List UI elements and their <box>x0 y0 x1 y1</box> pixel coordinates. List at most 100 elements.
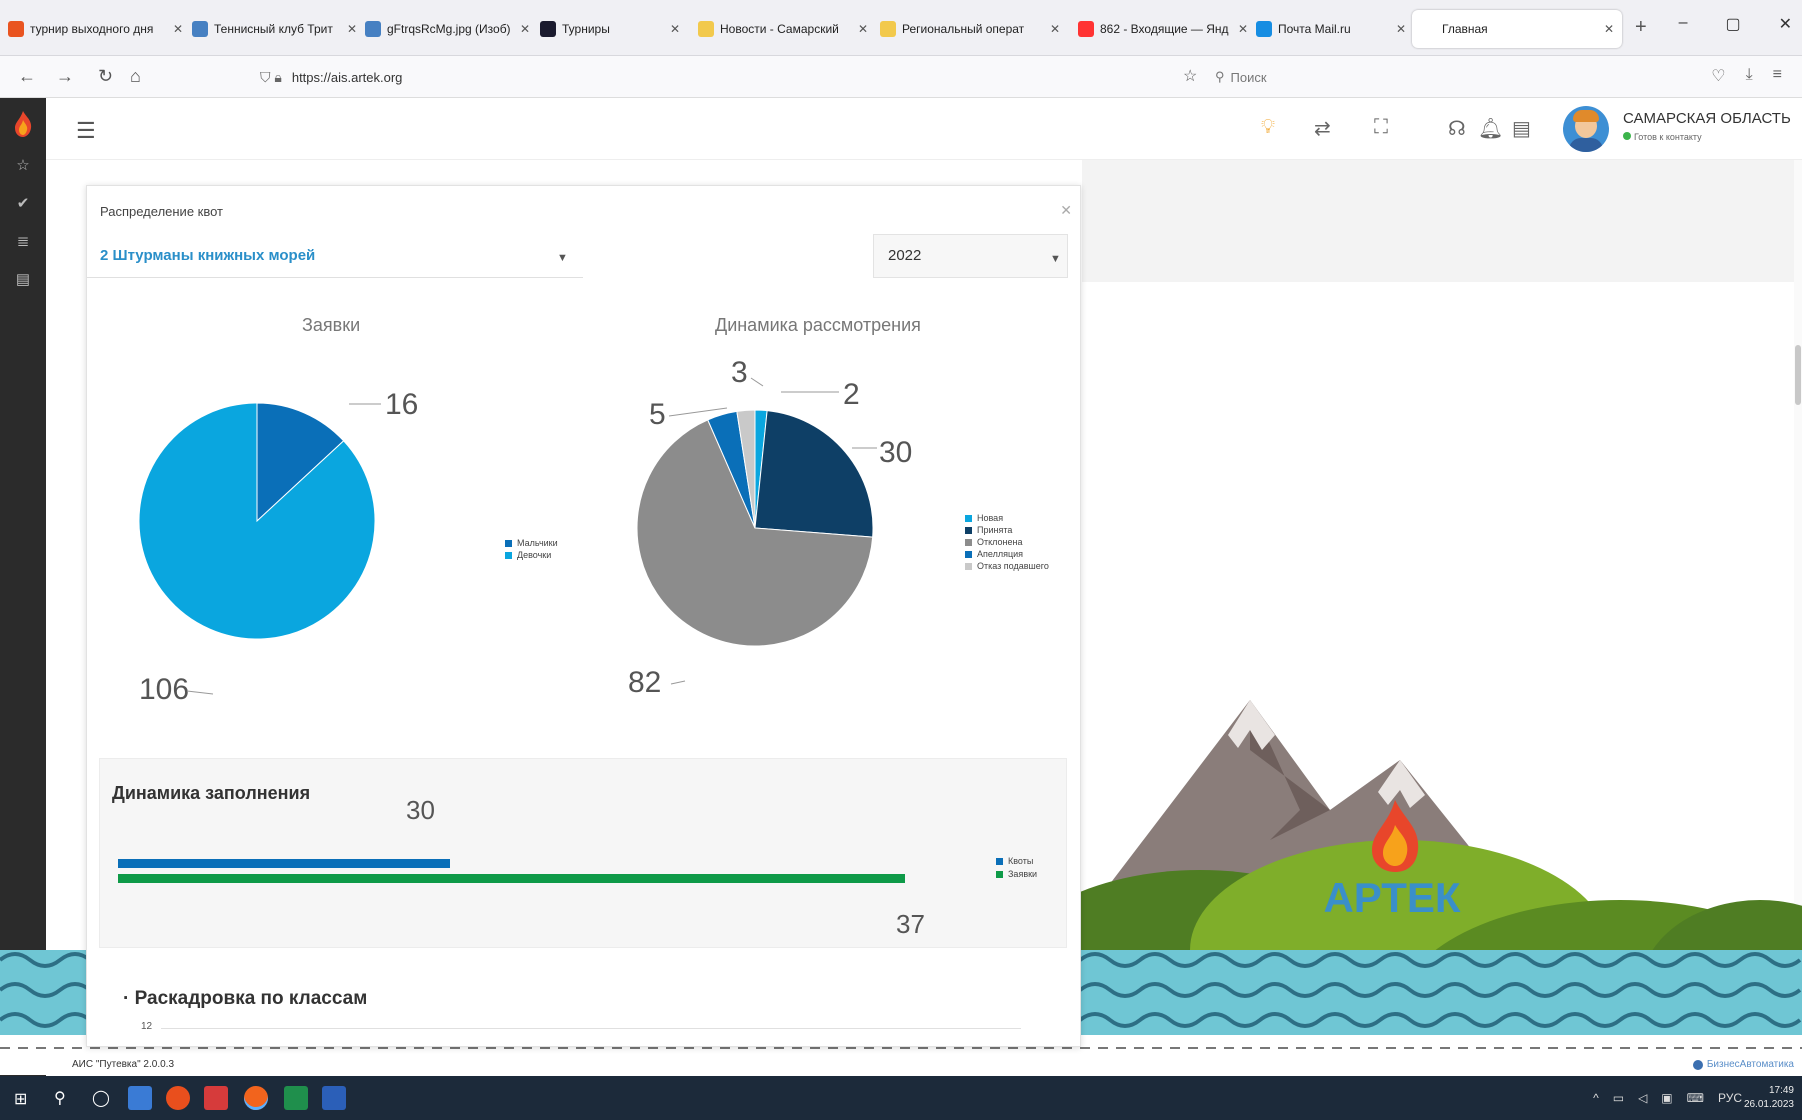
fullscreen-icon[interactable]: ⛶ <box>1374 116 1388 139</box>
check-icon[interactable]: ✔ <box>0 194 46 212</box>
vendor-icon <box>1692 1059 1703 1070</box>
word-icon[interactable] <box>322 1086 346 1110</box>
quota-distribution-panel: Распределение квот ✕ 2 Штурманы книжных … <box>86 185 1081 1047</box>
system-clock[interactable]: 17:49 26.01.2023 <box>1744 1084 1794 1112</box>
legend-item-rejected[interactable]: Отклонена <box>965 536 1049 548</box>
shield-lock-icon: ⛉ 🔒︎ <box>260 68 282 85</box>
quota-bar <box>118 859 450 868</box>
bell-icon[interactable]: 🔔︎ <box>1478 116 1503 141</box>
favorites-icon[interactable]: ☆ <box>0 156 46 174</box>
reload-icon[interactable]: ↻ <box>98 66 113 87</box>
pocket-icon[interactable]: ♡ <box>1711 66 1725 86</box>
download-icon[interactable]: ⤓ <box>1746 66 1753 86</box>
tab-favicon-icon <box>1420 21 1436 37</box>
tab-favicon-icon <box>1078 21 1094 37</box>
file-explorer-icon[interactable] <box>128 1086 152 1110</box>
window-controls: – ▢ ✕ <box>1679 14 1792 34</box>
language-indicator[interactable]: РУС <box>1718 1091 1742 1105</box>
tab-label: Теннисный клуб Трит <box>214 22 333 36</box>
tab-label: Главная <box>1442 22 1488 36</box>
tab-close-icon[interactable]: ✕ <box>347 22 357 36</box>
legend-item-appeal[interactable]: Апелляция <box>965 548 1049 560</box>
tab-close-icon[interactable]: ✕ <box>858 22 868 36</box>
minimize-icon[interactable]: – <box>1679 14 1688 34</box>
legend-item-accepted[interactable]: Принята <box>965 524 1049 536</box>
tab-close-icon[interactable]: ✕ <box>1050 22 1060 36</box>
document-icon[interactable]: ▤ <box>0 270 46 288</box>
quota-value-label: 30 <box>406 795 435 825</box>
headset-icon[interactable]: ☊ <box>1448 116 1466 141</box>
vendor-logo[interactable]: БизнесАвтоматика <box>1692 1059 1794 1070</box>
review-legend: Новая Принята Отклонена Апелляция Отказ … <box>965 512 1049 572</box>
forward-icon[interactable]: → <box>56 66 74 87</box>
flame-logo-icon[interactable] <box>12 110 34 138</box>
message-icon[interactable]: ▤ <box>1512 116 1531 141</box>
tab-close-icon[interactable]: ✕ <box>1604 22 1614 36</box>
address-bar[interactable]: ⛉ 🔒︎ https://ais.artek.org <box>260 63 1140 91</box>
tab-label: Региональный операт <box>902 22 1025 36</box>
tab-favicon-icon <box>698 21 714 37</box>
user-name[interactable]: САМАРСКАЯ ОБЛАСТЬ <box>1623 110 1791 127</box>
firefox-icon[interactable] <box>244 1086 268 1110</box>
filling-legend: Квоты Заявки <box>996 855 1037 881</box>
taskbar-search-icon[interactable]: ⚲ <box>54 1088 66 1108</box>
app-version: АИС "Путевка" 2.0.0.3 <box>72 1059 175 1070</box>
applications-bar <box>118 874 905 883</box>
tab-label: gFtrqsRcMg.jpg (Изоб) <box>387 22 511 36</box>
maximize-icon[interactable]: ▢ <box>1725 14 1740 34</box>
page-scrollbar-thumb[interactable] <box>1795 345 1801 405</box>
app-icon[interactable] <box>204 1086 228 1110</box>
browser-tab[interactable]: gFtrqsRcMg.jpg (Изоб) ✕ <box>365 10 530 48</box>
back-icon[interactable]: ← <box>18 66 36 87</box>
browser-tab[interactable]: Главная ✕ <box>1412 10 1622 48</box>
artek-logo-text: АРТЕК <box>1323 874 1460 921</box>
list-icon[interactable]: ≣ <box>0 232 46 250</box>
browser-tab-bar: турнир выходного дня ✕ Теннисный клуб Трит… <box>0 0 1802 56</box>
tab-close-icon[interactable]: ✕ <box>1238 22 1248 36</box>
applications-value-label: 37 <box>896 909 925 939</box>
tab-close-icon[interactable]: ✕ <box>670 22 680 36</box>
browser-search-input[interactable]: ⚲ Поиск <box>1215 63 1615 91</box>
browser-tab[interactable]: Почта Mail.ru ✕ <box>1256 10 1406 48</box>
browser-tab[interactable]: Турниры ✕ <box>540 10 680 48</box>
bookmark-star-icon[interactable]: ☆ <box>1183 66 1197 86</box>
tray-chevron-icon[interactable]: ^ <box>1593 1091 1599 1105</box>
home-icon[interactable]: ⌂ <box>130 66 141 87</box>
app-header: ☰ 💡︎ ⇄ ⛶ ☊ 🔔︎ ▤ САМАРСКАЯ ОБЛАСТЬ Готов … <box>46 98 1802 160</box>
keyboard-icon[interactable]: ⌨ <box>1687 1091 1704 1105</box>
handshake-icon[interactable]: ⇄ <box>1314 116 1331 141</box>
filling-dynamics-section: Динамика заполнения 30 37 Квоты Заявки <box>99 758 1067 948</box>
new-tab-button[interactable]: + <box>1635 16 1647 39</box>
tab-close-icon[interactable]: ✕ <box>173 22 183 36</box>
browser-tab[interactable]: Новости - Самарский ✕ <box>698 10 868 48</box>
network-icon[interactable]: ▭ <box>1613 1091 1624 1105</box>
menu-icon[interactable]: ≡ <box>1773 66 1782 86</box>
task-view-icon[interactable]: ◯ <box>92 1088 110 1108</box>
tab-favicon-icon <box>192 21 208 37</box>
volume-icon[interactable]: ◁ <box>1638 1091 1647 1105</box>
classes-gridline <box>161 1028 1021 1029</box>
browser-tab[interactable]: 862 - Входящие — Янд ✕ <box>1078 10 1248 48</box>
content-background-band <box>1082 160 1802 282</box>
legend-item-applications[interactable]: Заявки <box>996 868 1037 881</box>
hamburger-menu-icon[interactable]: ☰ <box>76 118 96 144</box>
filling-dynamics-title: Динамика заполнения <box>112 783 311 803</box>
browser-tab[interactable]: турнир выходного дня ✕ <box>8 10 183 48</box>
notification-icon[interactable]: ▣ <box>1661 1091 1672 1105</box>
browser-tab[interactable]: Региональный операт ✕ <box>880 10 1060 48</box>
pie2-leader-lines <box>668 377 877 685</box>
excel-icon[interactable] <box>284 1086 308 1110</box>
browser-tab[interactable]: Теннисный клуб Трит ✕ <box>192 10 357 48</box>
close-window-icon[interactable]: ✕ <box>1779 14 1792 34</box>
legend-item-refusal[interactable]: Отказ подавшего <box>965 560 1049 572</box>
lightbulb-icon[interactable]: 💡︎ <box>1261 116 1275 139</box>
chrome-icon[interactable] <box>166 1086 190 1110</box>
browser-nav-bar: ← → ↻ ⌂ ⛉ 🔒︎ https://ais.artek.org ☆ ⚲ П… <box>0 56 1802 98</box>
classes-axis-tick: 12 <box>141 1021 153 1032</box>
tab-close-icon[interactable]: ✕ <box>1396 22 1406 36</box>
legend-item-new[interactable]: Новая <box>965 512 1049 524</box>
legend-item-quotas[interactable]: Квоты <box>996 855 1037 868</box>
tab-close-icon[interactable]: ✕ <box>520 22 530 36</box>
windows-start-icon[interactable]: ⊞ <box>14 1089 27 1109</box>
avatar[interactable] <box>1563 106 1609 152</box>
